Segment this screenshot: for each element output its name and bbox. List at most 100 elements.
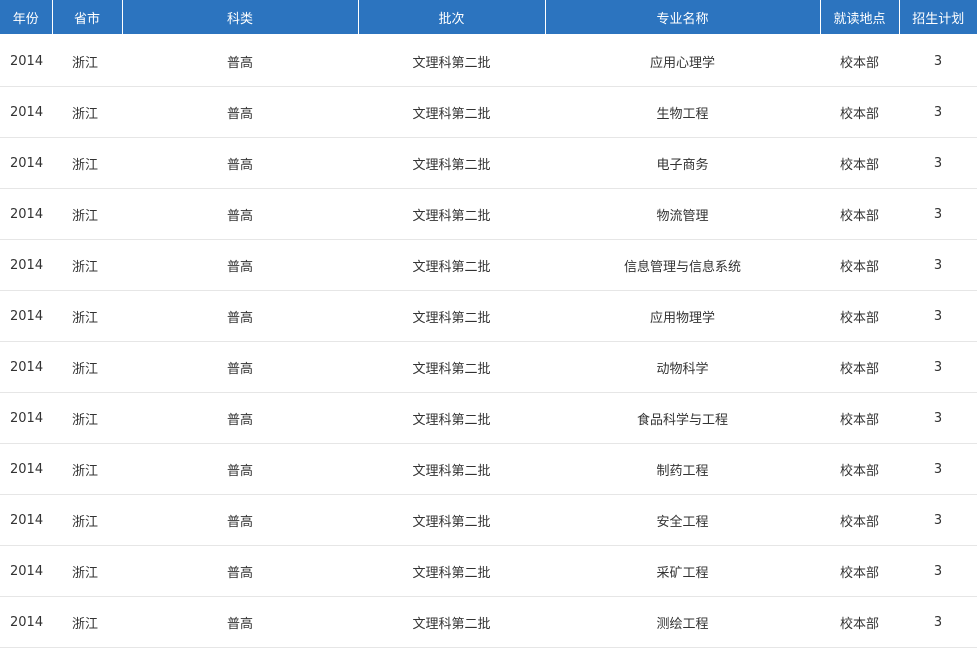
cell-plan: 3 [899,596,977,648]
cell-category: 普高 [122,392,358,444]
cell-location: 校本部 [820,188,899,240]
table-row: 2014 浙江 普高 文理科第二批 食品科学与工程 校本部 3 [0,392,977,444]
cell-plan: 3 [899,290,977,342]
cell-category: 普高 [122,443,358,495]
cell-location: 校本部 [820,239,899,291]
cell-category: 普高 [122,545,358,597]
cell-province: 浙江 [52,341,122,393]
cell-year: 2014 [0,86,52,138]
cell-batch: 文理科第二批 [358,443,545,495]
cell-location: 校本部 [820,35,899,87]
cell-major: 电子商务 [545,137,820,189]
cell-batch: 文理科第二批 [358,494,545,546]
header-batch: 批次 [358,0,546,36]
cell-year: 2014 [0,290,52,342]
cell-year: 2014 [0,596,52,648]
cell-location: 校本部 [820,341,899,393]
cell-province: 浙江 [52,35,122,87]
cell-location: 校本部 [820,392,899,444]
cell-province: 浙江 [52,290,122,342]
cell-batch: 文理科第二批 [358,596,545,648]
cell-major: 物流管理 [545,188,820,240]
cell-batch: 文理科第二批 [358,86,545,138]
cell-category: 普高 [122,596,358,648]
cell-location: 校本部 [820,86,899,138]
cell-province: 浙江 [52,443,122,495]
cell-location: 校本部 [820,443,899,495]
cell-plan: 3 [899,341,977,393]
table-row: 2014 浙江 普高 文理科第二批 信息管理与信息系统 校本部 3 [0,239,977,291]
cell-category: 普高 [122,290,358,342]
cell-batch: 文理科第二批 [358,188,545,240]
cell-plan: 3 [899,239,977,291]
cell-plan: 3 [899,188,977,240]
cell-plan: 3 [899,35,977,87]
cell-major: 动物科学 [545,341,820,393]
cell-province: 浙江 [52,545,122,597]
table-row: 2014 浙江 普高 文理科第二批 生物工程 校本部 3 [0,86,977,138]
cell-major: 食品科学与工程 [545,392,820,444]
cell-major: 采矿工程 [545,545,820,597]
table-header: 年份 省市 科类 批次 专业名称 就读地点 招生计划 [0,0,977,36]
cell-province: 浙江 [52,494,122,546]
cell-location: 校本部 [820,545,899,597]
table-row: 2014 浙江 普高 文理科第二批 安全工程 校本部 3 [0,494,977,546]
header-row: 年份 省市 科类 批次 专业名称 就读地点 招生计划 [0,0,977,36]
cell-major: 制药工程 [545,443,820,495]
cell-year: 2014 [0,188,52,240]
cell-province: 浙江 [52,86,122,138]
table-body: 2014 浙江 普高 文理科第二批 应用心理学 校本部 3 2014 浙江 普高… [0,35,977,648]
cell-batch: 文理科第二批 [358,545,545,597]
cell-year: 2014 [0,35,52,87]
cell-category: 普高 [122,188,358,240]
table-row: 2014 浙江 普高 文理科第二批 测绘工程 校本部 3 [0,596,977,648]
cell-location: 校本部 [820,290,899,342]
cell-category: 普高 [122,137,358,189]
cell-plan: 3 [899,545,977,597]
cell-year: 2014 [0,239,52,291]
cell-plan: 3 [899,494,977,546]
header-province: 省市 [52,0,123,36]
cell-major: 生物工程 [545,86,820,138]
table-row: 2014 浙江 普高 文理科第二批 制药工程 校本部 3 [0,443,977,495]
cell-batch: 文理科第二批 [358,290,545,342]
cell-major: 安全工程 [545,494,820,546]
header-location: 就读地点 [820,0,900,36]
cell-year: 2014 [0,545,52,597]
cell-location: 校本部 [820,494,899,546]
header-major: 专业名称 [545,0,821,36]
cell-batch: 文理科第二批 [358,239,545,291]
cell-batch: 文理科第二批 [358,392,545,444]
table-row: 2014 浙江 普高 文理科第二批 物流管理 校本部 3 [0,188,977,240]
cell-category: 普高 [122,239,358,291]
cell-province: 浙江 [52,239,122,291]
cell-major: 测绘工程 [545,596,820,648]
cell-batch: 文理科第二批 [358,35,545,87]
cell-batch: 文理科第二批 [358,341,545,393]
table-row: 2014 浙江 普高 文理科第二批 应用物理学 校本部 3 [0,290,977,342]
header-plan: 招生计划 [899,0,977,36]
cell-province: 浙江 [52,137,122,189]
cell-year: 2014 [0,494,52,546]
header-category: 科类 [122,0,359,36]
cell-year: 2014 [0,443,52,495]
cell-plan: 3 [899,86,977,138]
cell-plan: 3 [899,392,977,444]
cell-location: 校本部 [820,596,899,648]
cell-major: 信息管理与信息系统 [545,239,820,291]
table-row: 2014 浙江 普高 文理科第二批 采矿工程 校本部 3 [0,545,977,597]
cell-major: 应用物理学 [545,290,820,342]
cell-year: 2014 [0,137,52,189]
table-row: 2014 浙江 普高 文理科第二批 电子商务 校本部 3 [0,137,977,189]
table-row: 2014 浙江 普高 文理科第二批 应用心理学 校本部 3 [0,35,977,87]
cell-batch: 文理科第二批 [358,137,545,189]
cell-category: 普高 [122,86,358,138]
cell-province: 浙江 [52,392,122,444]
cell-category: 普高 [122,35,358,87]
cell-year: 2014 [0,341,52,393]
cell-location: 校本部 [820,137,899,189]
cell-year: 2014 [0,392,52,444]
cell-province: 浙江 [52,188,122,240]
cell-plan: 3 [899,137,977,189]
cell-category: 普高 [122,341,358,393]
